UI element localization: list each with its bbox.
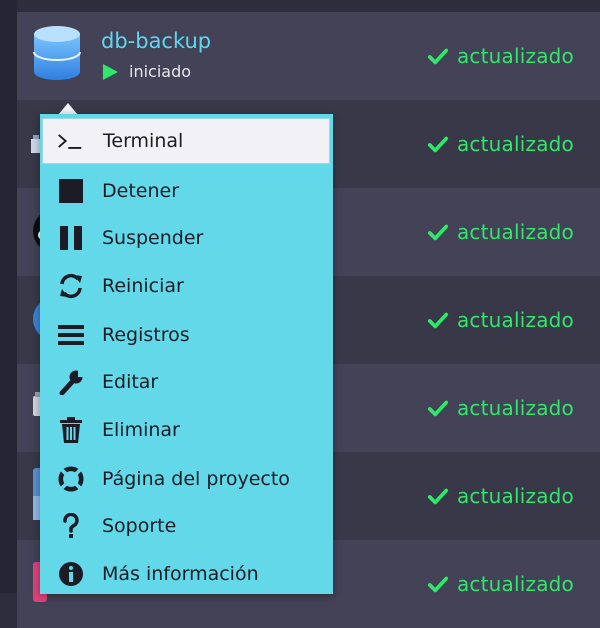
menu-item-label: Detener (102, 180, 180, 202)
menu-item-label: Registros (102, 324, 190, 346)
update-status-label: actualizado (456, 572, 574, 596)
menu-item-delete[interactable]: Eliminar (40, 406, 333, 454)
check-icon (427, 48, 449, 65)
menu-item-label: Suspender (102, 227, 204, 249)
menu-item-support[interactable]: Soporte (40, 502, 333, 550)
update-status-label: actualizado (456, 484, 574, 508)
menu-item-label: Más información (102, 563, 259, 585)
trash-icon (58, 417, 84, 443)
logs-icon (58, 322, 84, 348)
check-icon (427, 400, 449, 417)
app-name[interactable]: db-backup (101, 29, 211, 53)
check-icon (427, 576, 449, 593)
update-status-label: actualizado (456, 308, 574, 332)
update-status: actualizado (427, 572, 574, 596)
app-row-db-backup[interactable]: db-backup iniciado actualizado (17, 12, 600, 100)
menu-item-label: Editar (102, 371, 159, 393)
app-context-menu: Terminal Detener Suspender Reiniciar Reg… (40, 114, 333, 594)
update-status: actualizado (427, 44, 574, 68)
menu-item-more-info[interactable]: Más información (40, 550, 333, 598)
left-rail (0, 0, 17, 593)
menu-item-label: Eliminar (102, 419, 180, 441)
question-icon (58, 513, 84, 539)
check-icon (427, 224, 449, 241)
update-status-label: actualizado (456, 132, 574, 156)
menu-item-stop[interactable]: Detener (40, 167, 333, 215)
pause-icon (58, 225, 84, 251)
menu-item-project-page[interactable]: Página del proyecto (40, 455, 333, 503)
wrench-icon (58, 369, 84, 395)
update-status-label: actualizado (456, 220, 574, 244)
update-status: actualizado (427, 308, 574, 332)
menu-item-pause[interactable]: Suspender (40, 214, 333, 262)
menu-item-edit[interactable]: Editar (40, 358, 333, 406)
check-icon (427, 488, 449, 505)
update-status: actualizado (427, 484, 574, 508)
update-status: actualizado (427, 220, 574, 244)
update-status: actualizado (427, 132, 574, 156)
check-icon (427, 312, 449, 329)
check-icon (427, 136, 449, 153)
database-icon (32, 25, 82, 85)
menu-item-label: Terminal (103, 130, 184, 152)
menu-item-terminal[interactable]: Terminal (42, 118, 330, 164)
update-status: actualizado (427, 396, 574, 420)
stop-icon (58, 178, 84, 204)
play-icon (103, 63, 118, 80)
menu-item-label: Página del proyecto (102, 468, 290, 490)
info-icon (58, 561, 84, 587)
restart-icon (58, 273, 84, 299)
lifebuoy-icon (58, 466, 84, 492)
menu-item-restart[interactable]: Reiniciar (40, 262, 333, 310)
terminal-icon (57, 128, 83, 154)
menu-item-label: Reiniciar (102, 275, 184, 297)
menu-item-logs[interactable]: Registros (40, 311, 333, 359)
update-status-label: actualizado (456, 44, 574, 68)
app-state-label: iniciado (129, 62, 192, 81)
app-state: iniciado (101, 62, 191, 81)
update-status-label: actualizado (456, 396, 574, 420)
menu-item-label: Soporte (102, 515, 177, 537)
